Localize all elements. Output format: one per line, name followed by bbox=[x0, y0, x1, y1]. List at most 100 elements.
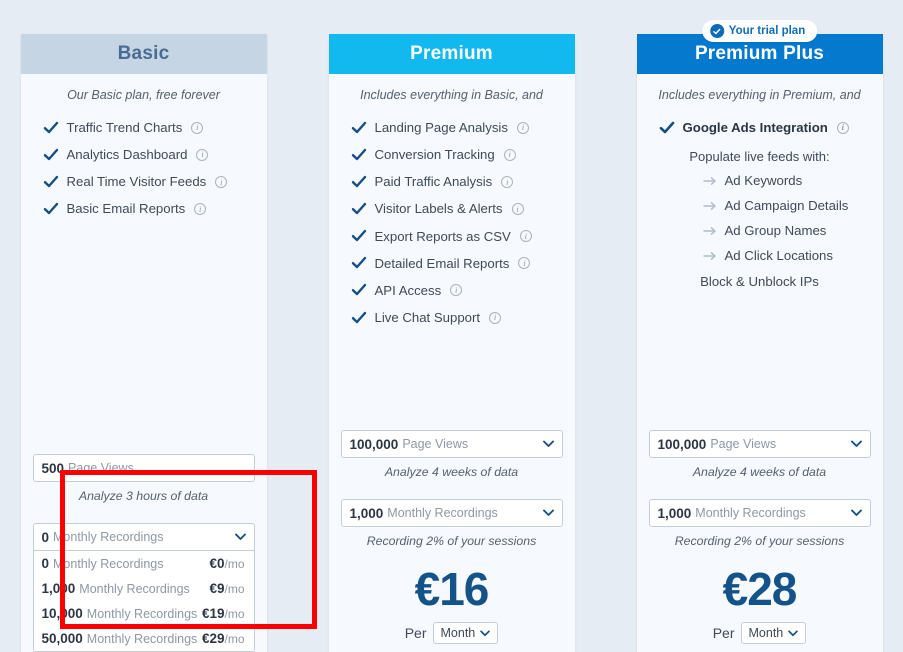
per-label: Per bbox=[712, 625, 735, 641]
arrow-right-icon bbox=[702, 176, 716, 185]
info-icon[interactable]: i bbox=[450, 284, 463, 297]
info-icon[interactable]: i bbox=[503, 148, 516, 161]
feature-item: Google Ads Integration i bbox=[647, 114, 873, 141]
recordings-select-premium-plus[interactable]: 1,000 Monthly Recordings bbox=[648, 499, 871, 527]
option-cost: €29 bbox=[201, 631, 225, 646]
option-period: /mo bbox=[224, 632, 245, 646]
page-views-select-premium[interactable]: 100,000 Page Views bbox=[340, 430, 563, 458]
dropdown-option[interactable]: 50,000 Monthly Recordings €29/mo bbox=[34, 626, 254, 651]
page-views-note-premium-plus: Analyze 4 weeks of data bbox=[692, 465, 827, 479]
info-icon[interactable]: i bbox=[194, 202, 207, 215]
info-icon[interactable]: i bbox=[519, 230, 532, 243]
plan-title-premium: Premium bbox=[328, 34, 575, 74]
feature-item: Analytics Dashboard i bbox=[31, 141, 257, 168]
check-circle-icon bbox=[709, 24, 724, 38]
feature-label: Live Chat Support bbox=[374, 309, 481, 325]
option-amount: 10,000 bbox=[41, 606, 83, 621]
per-label: Per bbox=[404, 625, 427, 641]
info-icon[interactable]: i bbox=[516, 121, 529, 134]
feature-label: Traffic Trend Charts bbox=[66, 120, 183, 135]
chevron-down-icon bbox=[542, 509, 554, 516]
recordings-dropdown-basic: 0 Monthly Recordings 0 Monthly Recordings… bbox=[32, 523, 255, 652]
ad-feature-label: Ad Campaign Details bbox=[724, 198, 849, 214]
page-views-note-basic: Analyze 3 hours of data bbox=[78, 489, 209, 503]
recordings-unit: Monthly Recordings bbox=[53, 530, 164, 544]
feature-item: Real Time Visitor Feeds i bbox=[31, 168, 257, 195]
info-icon[interactable]: i bbox=[511, 202, 524, 215]
arrow-right-icon bbox=[702, 251, 716, 260]
billing-period-value: Month bbox=[440, 626, 476, 640]
recordings-dropdown-toggle[interactable]: 0 Monthly Recordings bbox=[32, 523, 255, 551]
recordings-amount: 1,000 bbox=[657, 505, 692, 521]
feature-label: Real Time Visitor Feeds bbox=[66, 174, 207, 190]
check-icon bbox=[659, 121, 674, 133]
check-icon bbox=[351, 121, 366, 133]
recordings-unit: Monthly Recordings bbox=[387, 506, 498, 520]
option-period: /mo bbox=[224, 557, 245, 571]
page-views-unit: Page Views bbox=[710, 437, 777, 451]
feature-list-premium: Landing Page Analysis i Conversion Track… bbox=[339, 114, 565, 331]
feature-label: Paid Traffic Analysis bbox=[374, 174, 493, 190]
trial-badge-label: Your trial plan bbox=[728, 25, 806, 37]
check-icon bbox=[43, 175, 58, 188]
chevron-down-icon bbox=[234, 533, 246, 540]
recordings-select-premium[interactable]: 1,000 Monthly Recordings bbox=[340, 499, 563, 527]
arrow-right-icon bbox=[702, 226, 716, 235]
sub-heading-populate-feeds: Populate live feeds with: bbox=[689, 149, 830, 165]
page-views-field-basic[interactable]: 500 Page Views bbox=[32, 454, 255, 482]
dropdown-option[interactable]: 1,000 Monthly Recordings €9/mo bbox=[34, 576, 254, 601]
page-views-amount: 500 bbox=[41, 460, 65, 476]
ad-feature-item: Ad Campaign Details bbox=[647, 193, 873, 218]
feature-label: API Access bbox=[374, 282, 442, 298]
page-views-amount: 100,000 bbox=[657, 436, 707, 452]
plan-body-premium: Includes everything in Basic, and Landin… bbox=[329, 74, 575, 652]
info-icon[interactable]: i bbox=[836, 121, 849, 134]
option-cost: €0 bbox=[209, 556, 225, 571]
recordings-unit: Monthly Recordings bbox=[695, 506, 806, 520]
info-icon[interactable]: i bbox=[196, 148, 209, 161]
feature-item: Live Chat Support i bbox=[339, 304, 565, 331]
option-unit: Monthly Recordings bbox=[86, 632, 198, 646]
info-icon[interactable]: i bbox=[215, 175, 228, 188]
plan-card-premium: Premium Includes everything in Basic, an… bbox=[328, 34, 575, 652]
check-icon bbox=[43, 121, 58, 133]
plan-price-premium: €16 bbox=[414, 563, 490, 615]
plan-card-basic: Basic Our Basic plan, free forever Traff… bbox=[20, 34, 267, 652]
billing-period-value: Month bbox=[748, 626, 784, 640]
check-icon bbox=[351, 284, 366, 296]
ad-feature-list: Ad Keywords Ad Campaign Details Ad Group… bbox=[647, 168, 873, 268]
chevron-down-icon bbox=[850, 440, 862, 447]
info-icon[interactable]: i bbox=[501, 175, 514, 188]
feature-label: Export Reports as CSV bbox=[374, 228, 511, 244]
feature-item: Landing Page Analysis i bbox=[339, 114, 565, 141]
feature-label: Landing Page Analysis bbox=[374, 120, 508, 135]
recordings-note-premium-plus: Recording 2% of your sessions bbox=[674, 534, 845, 548]
chevron-down-icon bbox=[850, 509, 862, 516]
feature-item: Detailed Email Reports i bbox=[339, 250, 565, 277]
arrow-right-icon bbox=[702, 201, 716, 210]
page-views-unit: Page Views bbox=[68, 461, 134, 475]
option-period: /mo bbox=[224, 607, 245, 621]
info-icon[interactable]: i bbox=[191, 121, 204, 134]
option-unit: Monthly Recordings bbox=[53, 557, 164, 571]
dropdown-option[interactable]: 0 Monthly Recordings €0/mo bbox=[34, 551, 254, 576]
feature-label: Detailed Email Reports bbox=[374, 255, 510, 271]
feature-item: Basic Email Reports i bbox=[31, 195, 257, 222]
dropdown-option[interactable]: 10,000 Monthly Recordings €19/mo bbox=[34, 601, 254, 626]
option-unit: Monthly Recordings bbox=[79, 582, 190, 596]
info-icon[interactable]: i bbox=[489, 311, 502, 324]
billing-period-select[interactable]: Month bbox=[740, 622, 807, 644]
plan-body-basic: Our Basic plan, free forever Traffic Tre… bbox=[21, 74, 267, 652]
page-views-select-premium-plus[interactable]: 100,000 Page Views bbox=[648, 430, 871, 458]
recordings-dropdown-menu: 0 Monthly Recordings €0/mo 1,000 Monthly R… bbox=[32, 551, 255, 652]
billing-period-select[interactable]: Month bbox=[432, 622, 499, 644]
recordings-note-premium: Recording 2% of your sessions bbox=[366, 534, 537, 548]
info-icon[interactable]: i bbox=[518, 257, 531, 270]
feature-list-premium-plus: Google Ads Integration i bbox=[647, 114, 873, 141]
check-icon bbox=[351, 229, 366, 242]
